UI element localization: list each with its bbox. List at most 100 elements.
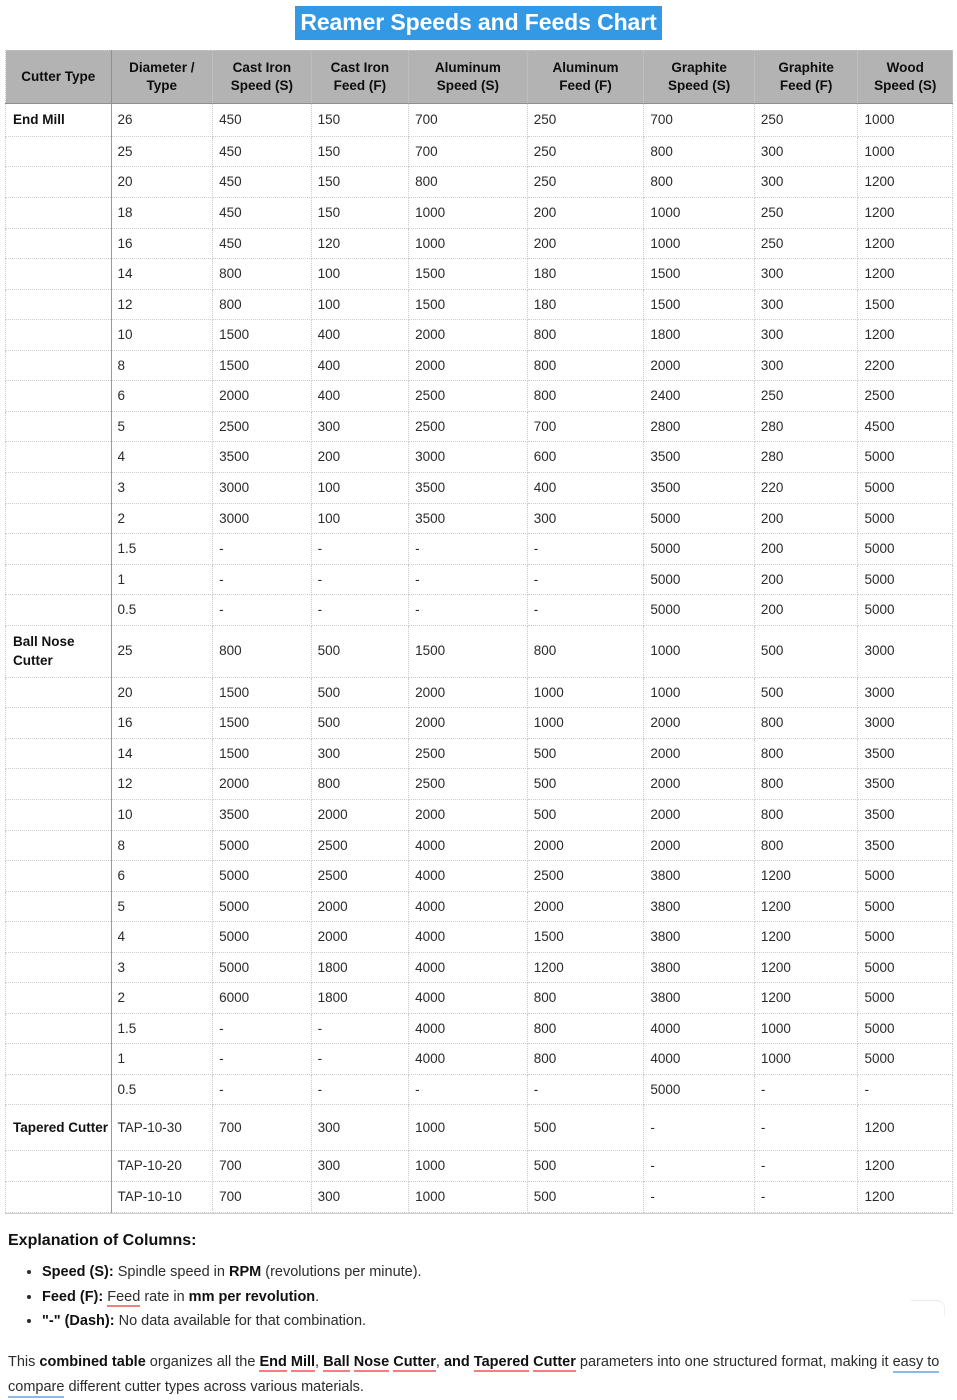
cell-5: 1000 (643, 676, 755, 709)
cell-4: 200 (526, 197, 645, 229)
cell-4: 180 (526, 258, 645, 290)
cell-7: 5000 (857, 951, 953, 984)
table-row: TAP-10-10 700 300 1000 500- -1200 (5, 1181, 953, 1213)
cell-6: 300 (753, 258, 859, 290)
cutter-type-cell-empty (5, 799, 112, 831)
table-row: 4 3500 200 3000 600 3500 280 5000 (5, 441, 953, 473)
explanation-term: Speed (S): (42, 1263, 114, 1280)
cell-3: 700 (408, 135, 528, 168)
cell-2: 2500 (310, 860, 410, 892)
cell-1: 1500 (212, 349, 312, 382)
cell-5: 2000 (643, 829, 755, 862)
cell-6: 1200 (753, 890, 859, 923)
cell-2: 300 (310, 737, 410, 770)
cell-4: 800 (526, 982, 645, 1014)
cell-0: 16 (110, 227, 214, 260)
corner-decoration (911, 1300, 945, 1316)
cell-6: 500 (753, 624, 859, 678)
cell-2: 100 (310, 502, 410, 535)
cell-3: 2000 (408, 707, 528, 739)
cell-6: 280 (753, 410, 859, 443)
cell-2: - (310, 1012, 410, 1045)
cell-2: 100 (310, 288, 410, 321)
cell-2: 150 (310, 103, 410, 137)
cell-0: 8 (110, 349, 214, 382)
cell-5: 3800 (643, 890, 755, 923)
cell-5: 5000 (643, 1073, 755, 1106)
cell-5: 3500 (643, 441, 755, 473)
cell-3: 2500 (408, 410, 528, 443)
cell-5: - (643, 1150, 755, 1183)
cell-1: 1500 (212, 676, 312, 709)
closing-paragraph: This combined table organizes all the En… (8, 1350, 948, 1400)
cutter-type-cell-empty (5, 135, 112, 168)
cell-6: 280 (753, 441, 859, 473)
header-line: Cutter Type (21, 68, 96, 84)
cell-1: - (212, 1012, 312, 1045)
spellcheck-underline: Cutter (393, 1354, 436, 1373)
table-row: 3 3000 100 3500 400 3500 220 5000 (5, 471, 953, 504)
cell-7: 5000 (857, 594, 953, 626)
cell-2: - (310, 563, 410, 596)
cell-5: 5000 (643, 533, 755, 565)
cell-7: 5000 (857, 471, 953, 504)
spellcheck-underline: Nose (353, 1354, 390, 1373)
column-header-7: Graphite Feed (F) (753, 49, 859, 105)
header-line: Feed (F) (779, 77, 833, 93)
cell-3: 1500 (408, 258, 528, 290)
cell-4: 500 (526, 1181, 645, 1213)
cell-4: 250 (526, 103, 645, 137)
cell-3: 1500 (408, 288, 528, 321)
table-row: 10 3500 2000 2000 500 2000 800 3500 (5, 799, 953, 831)
cell-7: 5000 (857, 441, 953, 473)
table-header-row: Cutter Type Diameter / Type Cast Iron Speed … (5, 49, 953, 105)
cell-0: 8 (110, 829, 214, 862)
column-header-6: Graphite Speed (S) (643, 49, 755, 105)
cutter-type-cell: Tapered Cutter (5, 1104, 112, 1152)
cell-7: - (857, 1073, 953, 1106)
cell-3: 3500 (408, 471, 528, 504)
cutter-type-cell-empty (5, 1012, 112, 1045)
cell-0: 1 (110, 563, 214, 596)
cell-0: 10 (110, 319, 214, 351)
cell-5: 3800 (643, 860, 755, 892)
cell-4: 2000 (526, 890, 645, 923)
cell-5: 3500 (643, 471, 755, 504)
cell-2: 150 (310, 166, 410, 199)
cell-4: 700 (526, 410, 645, 443)
table-row: 1- -4000 800 4000 1000 5000 (5, 1043, 953, 1075)
cell-2: 1800 (310, 951, 410, 984)
header-line: Type (146, 77, 178, 93)
closing-text: parameters into one structured format, m… (575, 1354, 893, 1371)
cell-7: 2500 (857, 380, 953, 412)
column-header-1: Diameter / Type (110, 49, 214, 105)
cell-6: 1200 (753, 982, 859, 1014)
cell-1: 2000 (212, 380, 312, 412)
explanation-item-2: "-" (Dash): No data available for that c… (42, 1309, 948, 1334)
table-row: 1.5- -4000 800 4000 1000 5000 (5, 1012, 953, 1045)
cell-2: 300 (310, 1150, 410, 1183)
cell-2: 200 (310, 441, 410, 473)
header-line: Speed (S) (436, 77, 500, 93)
cutter-type-cell-empty (5, 319, 112, 351)
cell-3: 4000 (408, 860, 528, 892)
cell-3: 4000 (408, 1012, 528, 1045)
table-row: 8 1500 400 2000 800 2000 300 2200 (5, 349, 953, 382)
cell-5: 2400 (643, 380, 755, 412)
cell-4: 400 (526, 471, 645, 504)
cutter-type-cell-empty (5, 410, 112, 443)
cell-0: 6 (110, 380, 214, 412)
table-row: 14 1500 300 2500 500 2000 800 3500 (5, 737, 953, 770)
cell-6: 220 (753, 471, 859, 504)
table-header: Cutter Type Diameter / Type Cast Iron Speed … (5, 49, 953, 105)
cell-3: 700 (408, 103, 528, 137)
cell-0: 26 (110, 103, 214, 137)
cell-5: 3800 (643, 951, 755, 984)
table-row: 14 800 100 1500 180 1500 300 1200 (5, 258, 953, 290)
explanation-text: No data available for that combination. (114, 1313, 367, 1330)
cell-4: 1000 (526, 676, 645, 709)
closing-bold-ball-nose-cutter: Ball Nose Cutter (323, 1354, 436, 1373)
cell-2: 300 (310, 410, 410, 443)
cutter-type-cell-empty (5, 288, 112, 321)
cell-4: 800 (526, 1012, 645, 1045)
